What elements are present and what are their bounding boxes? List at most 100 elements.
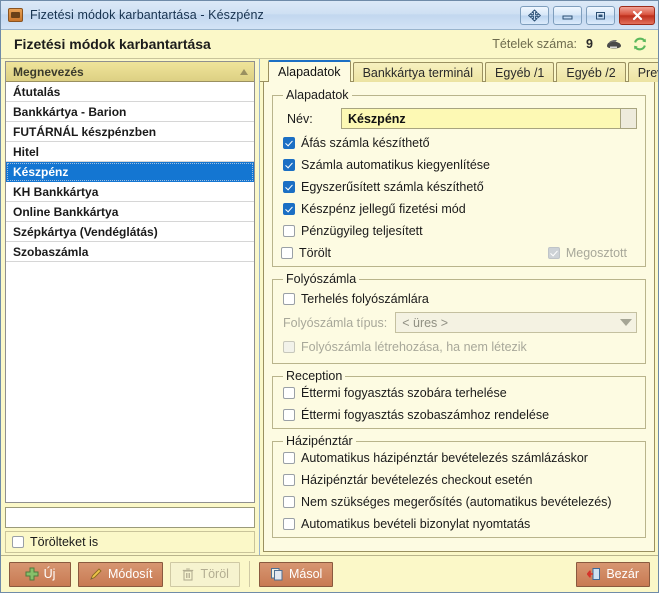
table-row[interactable]: FUTÁRNÁL készpénzben bbox=[6, 122, 254, 142]
tab-previo[interactable]: Previo bbox=[627, 62, 658, 82]
alapadatok-option-label: Áfás számla készíthető bbox=[301, 136, 430, 150]
items-count-label: Tételek száma: bbox=[492, 37, 578, 51]
group-folyoszamla-legend: Folyószámla bbox=[286, 272, 357, 286]
table-row[interactable]: Készpénz bbox=[6, 162, 254, 182]
modify-button[interactable]: Módosít bbox=[78, 561, 164, 587]
reception-option-row[interactable]: Éttermi fogyasztás szobaszámhoz rendelés… bbox=[283, 408, 637, 422]
copy-button-label: Másol bbox=[288, 567, 323, 581]
reception-option-checkbox[interactable] bbox=[283, 387, 295, 399]
copy-icon bbox=[270, 567, 284, 581]
account-type-select[interactable]: < üres > bbox=[395, 312, 637, 333]
grid-column-header-label: Megnevezés bbox=[13, 64, 84, 79]
group-reception: Reception Éttermi fogyasztás szobára ter… bbox=[272, 369, 646, 429]
tab-label: Alapadatok bbox=[278, 65, 341, 79]
refresh-icon[interactable] bbox=[630, 36, 649, 53]
alapadatok-option-row[interactable]: Egyszerűsített számla készíthető bbox=[283, 180, 637, 194]
charge-to-account-checkbox[interactable] bbox=[283, 293, 295, 305]
items-count-value: 9 bbox=[586, 37, 593, 51]
name-input[interactable] bbox=[341, 108, 621, 129]
alapadatok-option-label: Készpénz jellegű fizetési mód bbox=[301, 202, 466, 216]
deleted-checkbox[interactable] bbox=[281, 247, 293, 259]
tab-label: Previo bbox=[637, 65, 658, 80]
modify-button-label: Módosít bbox=[108, 567, 153, 581]
close-button-label: Bezár bbox=[606, 567, 639, 581]
table-row[interactable]: Átutalás bbox=[6, 82, 254, 102]
hazipenztar-option-row[interactable]: Automatikus bevételi bizonylat nyomtatás bbox=[283, 517, 637, 531]
account-type-row: Folyószámla típus: < üres > bbox=[281, 312, 637, 333]
toolbar-separator bbox=[248, 561, 250, 587]
minimize-icon[interactable] bbox=[553, 5, 582, 25]
create-account-row: Folyószámla létrehozása, ha nem létezik bbox=[283, 340, 637, 354]
search-input[interactable] bbox=[5, 507, 255, 528]
alapadatok-option-checkbox[interactable] bbox=[283, 203, 295, 215]
exit-door-icon bbox=[587, 567, 601, 581]
close-button[interactable]: Bezár bbox=[576, 561, 650, 587]
create-account-label: Folyószámla létrehozása, ha nem létezik bbox=[301, 340, 527, 354]
name-field-button[interactable] bbox=[621, 108, 637, 129]
grid-row-container: Átutalás Bankkártya - Barion FUTÁRNÁL kész… bbox=[6, 82, 254, 502]
chevron-down-icon bbox=[620, 319, 632, 326]
grid-column-header-megnevezes[interactable]: Megnevezés bbox=[6, 62, 254, 82]
alapadatok-option-label: Egyszerűsített számla készíthető bbox=[301, 180, 484, 194]
tab-egy-b-1[interactable]: Egyéb /1 bbox=[485, 62, 555, 82]
hazipenztar-option-row[interactable]: Nem szükséges megerősítés (automatikus b… bbox=[283, 495, 637, 509]
table-row[interactable]: Bankkártya - Barion bbox=[6, 102, 254, 122]
app-icon bbox=[8, 8, 23, 22]
alapadatok-option-checkbox[interactable] bbox=[283, 225, 295, 237]
window-title: Fizetési módok karbantartása - Készpénz bbox=[30, 8, 264, 22]
table-row-label: KH Bankkártya bbox=[13, 184, 99, 199]
alapadatok-checkbox-list: Áfás számla készíthető Számla automatikus… bbox=[281, 136, 637, 238]
hazipenztar-option-checkbox[interactable] bbox=[283, 496, 295, 508]
show-deleted-label: Törölteket is bbox=[30, 535, 99, 549]
tab-label: Egyéb /1 bbox=[495, 65, 545, 80]
tab-alapadatok[interactable]: Alapadatok bbox=[268, 60, 351, 83]
hazipenztar-option-row[interactable]: Automatikus házipénztár bevételezés szám… bbox=[283, 451, 637, 465]
payment-methods-grid: Megnevezés Átutalás Bankkártya - Barion FU… bbox=[5, 61, 255, 503]
table-row[interactable]: Hitel bbox=[6, 142, 254, 162]
table-row[interactable]: KH Bankkártya bbox=[6, 182, 254, 202]
deleted-checkbox-row[interactable]: Törölt bbox=[281, 246, 331, 260]
move-resize-icon[interactable] bbox=[520, 5, 549, 25]
alapadatok-option-row[interactable]: Áfás számla készíthető bbox=[283, 136, 637, 150]
hazipenztar-option-label: Automatikus házipénztár bevételezés szám… bbox=[301, 451, 588, 465]
charge-to-account-row[interactable]: Terhelés folyószámlára bbox=[283, 292, 637, 306]
name-label: Név: bbox=[287, 111, 313, 126]
window-controls bbox=[520, 5, 655, 25]
alapadatok-option-row[interactable]: Pénzügyileg teljesített bbox=[283, 224, 637, 238]
tab-panel-alapadatok: Alapadatok Név: Áfás számla készíthető Sz… bbox=[263, 82, 655, 552]
shared-checkbox bbox=[547, 247, 560, 259]
hazipenztar-option-checkbox[interactable] bbox=[283, 518, 295, 530]
alapadatok-option-row[interactable]: Készpénz jellegű fizetési mód bbox=[283, 202, 637, 216]
printer-icon[interactable] bbox=[604, 36, 623, 53]
header-status: Tételek száma: 9 bbox=[492, 36, 649, 53]
show-deleted-checkbox[interactable] bbox=[12, 536, 24, 548]
hazipenztar-option-row[interactable]: Házipénztár bevételezés checkout esetén bbox=[283, 473, 637, 487]
tab-strip: Alapadatok Bankkártya terminál Egyéb /1 Egy… bbox=[260, 60, 658, 83]
table-row[interactable]: Szobaszámla bbox=[6, 242, 254, 262]
alapadatok-option-row[interactable]: Számla automatikus kiegyenlítése bbox=[283, 158, 637, 172]
hazipenztar-option-label: Nem szükséges megerősítés (automatikus b… bbox=[301, 495, 612, 509]
reception-option-checkbox[interactable] bbox=[283, 409, 295, 421]
table-row[interactable]: Online Bankkártya bbox=[6, 202, 254, 222]
deleted-label: Törölt bbox=[299, 246, 331, 260]
alapadatok-option-checkbox[interactable] bbox=[283, 159, 295, 171]
new-button[interactable]: Új bbox=[9, 561, 71, 587]
trash-icon bbox=[181, 567, 195, 581]
copy-button[interactable]: Másol bbox=[258, 561, 334, 587]
table-row[interactable]: Szépkártya (Vendéglátás) bbox=[6, 222, 254, 242]
maximize-icon[interactable] bbox=[586, 5, 615, 25]
hazipenztar-option-checkbox[interactable] bbox=[283, 474, 295, 486]
tab-bankk-rtya-termin-l[interactable]: Bankkártya terminál bbox=[352, 62, 484, 82]
close-icon[interactable] bbox=[619, 5, 655, 25]
group-hazipenztar-legend: Házipénztár bbox=[286, 434, 353, 448]
action-toolbar: Új Módosít Töröl Másol Bezár bbox=[1, 555, 658, 592]
show-deleted-row[interactable]: Törölteket is bbox=[5, 531, 255, 553]
hazipenztar-option-checkbox[interactable] bbox=[283, 452, 295, 464]
reception-option-row[interactable]: Éttermi fogyasztás szobára terhelése bbox=[283, 386, 637, 400]
alapadatok-option-checkbox[interactable] bbox=[283, 181, 295, 193]
alapadatok-option-checkbox[interactable] bbox=[283, 137, 295, 149]
tab-egy-b-2[interactable]: Egyéb /2 bbox=[556, 62, 626, 82]
group-hazipenztar: Házipénztár Automatikus házipénztár bevé… bbox=[272, 434, 646, 538]
table-row-label: Átutalás bbox=[13, 84, 61, 99]
table-row-label: Készpénz bbox=[13, 164, 69, 179]
